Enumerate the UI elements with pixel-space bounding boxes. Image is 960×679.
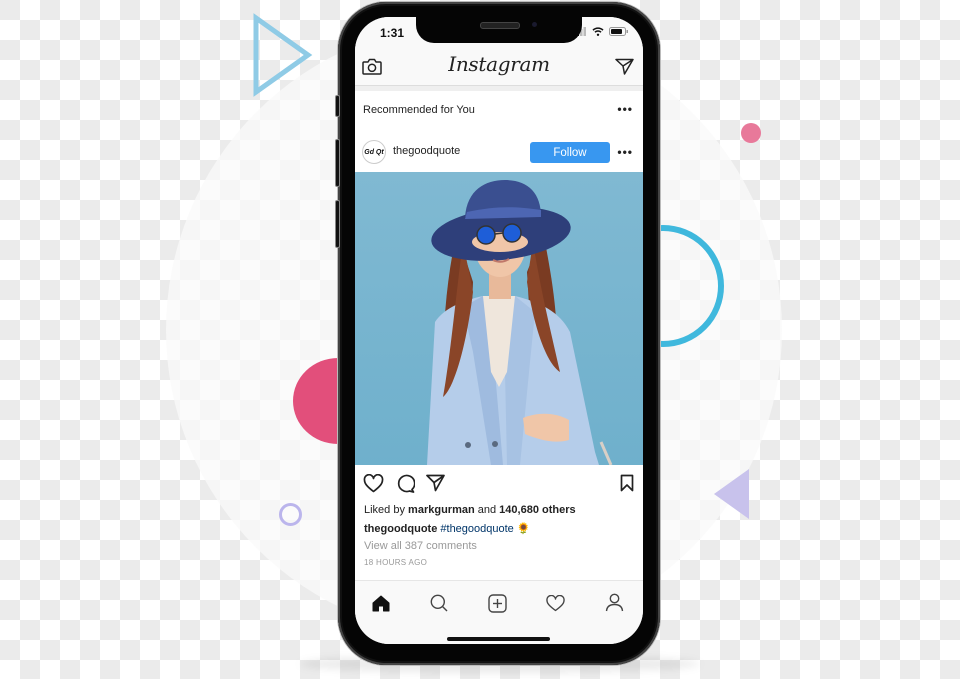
share-icon[interactable] — [426, 474, 445, 492]
post-image[interactable] — [355, 172, 643, 465]
likes-and: and — [477, 504, 497, 516]
post-header: Gd Qt thegoodquote Follow ••• — [355, 132, 643, 172]
bookmark-icon[interactable] — [620, 474, 634, 492]
more-options-icon[interactable]: ••• — [617, 145, 633, 159]
comment-icon[interactable] — [395, 474, 415, 493]
home-icon[interactable] — [372, 595, 390, 612]
post-timestamp: 18 HOURS AGO — [364, 558, 428, 567]
lilac-ring-decoration — [279, 503, 302, 526]
caption-hashtag[interactable]: #thegoodquote — [440, 523, 513, 535]
app-header: Instagram — [355, 47, 643, 86]
post-actions — [355, 465, 643, 500]
bottom-tab-bar — [355, 580, 643, 644]
recommended-label: Recommended for You — [363, 104, 475, 116]
direct-message-icon[interactable] — [615, 58, 634, 75]
play-triangle-decoration — [253, 13, 313, 97]
follow-button[interactable]: Follow — [530, 142, 610, 163]
phone-frame: 1:31 Instagram Recommended for You ••• G… — [335, 2, 660, 665]
recommended-row: Recommended for You ••• — [355, 91, 643, 133]
post-photo-illustration — [355, 172, 643, 465]
likes-line: Liked by markgurman and 140,680 others — [364, 504, 576, 516]
volume-up-button — [335, 139, 340, 187]
post-username[interactable]: thegoodquote — [393, 145, 460, 157]
sunflower-emoji: 🌻 — [516, 523, 531, 535]
search-icon[interactable] — [430, 594, 448, 612]
notch — [416, 17, 582, 43]
new-post-icon[interactable] — [488, 594, 507, 613]
caption-username[interactable]: thegoodquote — [364, 523, 437, 535]
front-camera — [532, 22, 537, 27]
profile-icon[interactable] — [605, 593, 624, 612]
liked-by-user[interactable]: markgurman — [408, 504, 475, 516]
mute-switch — [335, 95, 340, 117]
more-options-icon[interactable]: ••• — [617, 102, 633, 116]
speaker-grille — [480, 22, 520, 29]
battery-icon — [609, 27, 628, 36]
home-indicator[interactable] — [447, 637, 550, 641]
likes-count[interactable]: 140,680 others — [499, 504, 575, 516]
heart-icon[interactable] — [363, 474, 384, 493]
activity-heart-icon[interactable] — [546, 595, 565, 612]
app-title: Instagram — [448, 52, 550, 76]
pink-dot-decoration — [741, 123, 761, 143]
likes-prefix: Liked by — [364, 504, 405, 516]
avatar[interactable]: Gd Qt — [362, 140, 386, 164]
lilac-triangle-decoration — [714, 469, 749, 519]
status-time: 1:31 — [380, 26, 405, 40]
volume-down-button — [335, 200, 340, 248]
phone-screen: 1:31 Instagram Recommended for You ••• G… — [355, 17, 643, 644]
view-comments-link[interactable]: View all 387 comments — [364, 540, 477, 552]
caption-line: thegoodquote #thegoodquote 🌻 — [364, 522, 531, 535]
wifi-icon — [592, 27, 604, 36]
